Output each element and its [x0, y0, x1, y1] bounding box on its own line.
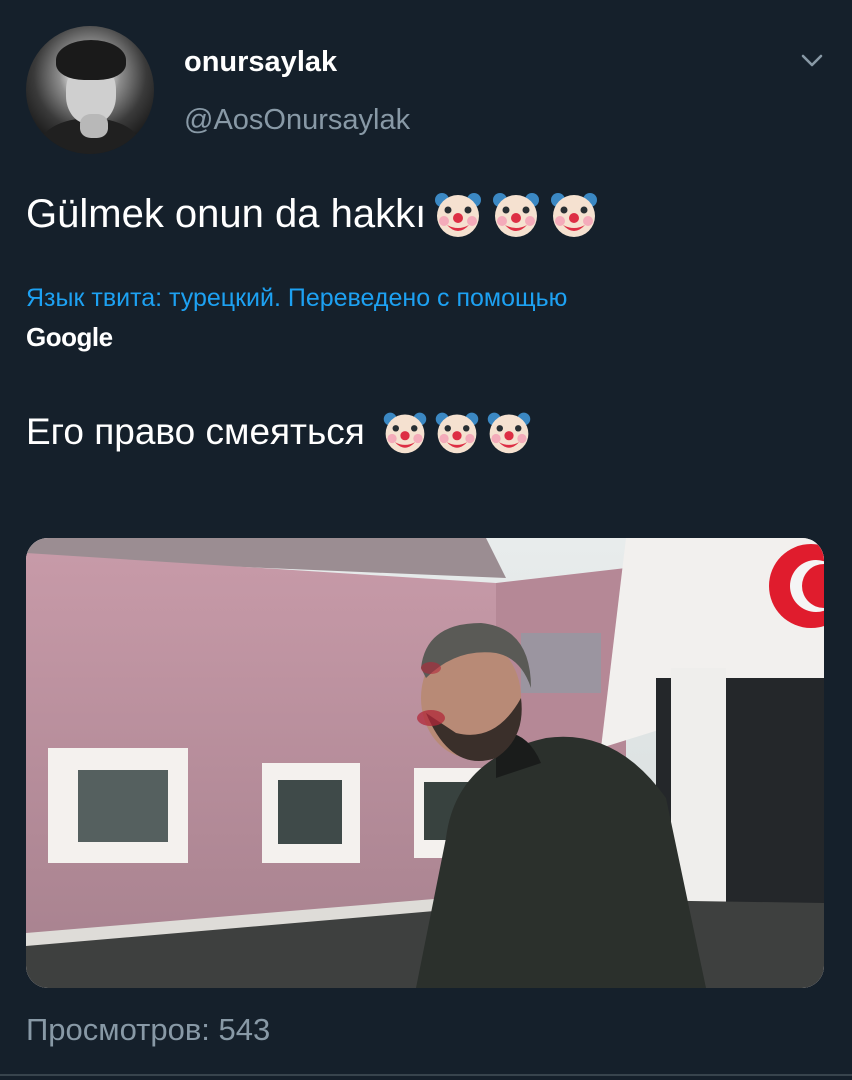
google-logo: Google — [26, 322, 113, 352]
clown-face-icon — [383, 412, 427, 454]
video-player[interactable] — [26, 538, 824, 988]
clown-face-icon — [435, 412, 479, 454]
clown-face-icon — [435, 193, 482, 237]
video-frame — [26, 538, 824, 988]
clown-face-icon — [551, 193, 598, 237]
translated-emoji-row — [377, 408, 533, 456]
avatar[interactable] — [26, 26, 154, 154]
clown-face-icon — [493, 193, 540, 237]
avatar-hair — [56, 40, 126, 80]
view-count: Просмотров: 543 — [26, 1012, 271, 1047]
tweet-text-content: Gülmek onun da hakkı — [26, 191, 427, 236]
divider — [0, 1074, 852, 1076]
translation-note-link[interactable]: Язык твита: турецкий. Переведено с помощ… — [26, 284, 567, 313]
avatar-hand — [80, 114, 108, 138]
chevron-down-icon[interactable] — [800, 52, 824, 70]
translated-text-content: Его право смеяться — [26, 411, 365, 452]
clown-face-icon — [487, 412, 531, 454]
display-name[interactable]: onursaylak — [184, 46, 337, 79]
user-handle[interactable]: @AosOnursaylak — [184, 104, 410, 137]
tweet-emoji-row — [426, 188, 600, 240]
tweet-text: Gülmek onun da hakkı — [26, 188, 600, 240]
translated-text: Его право смеяться — [26, 408, 533, 456]
